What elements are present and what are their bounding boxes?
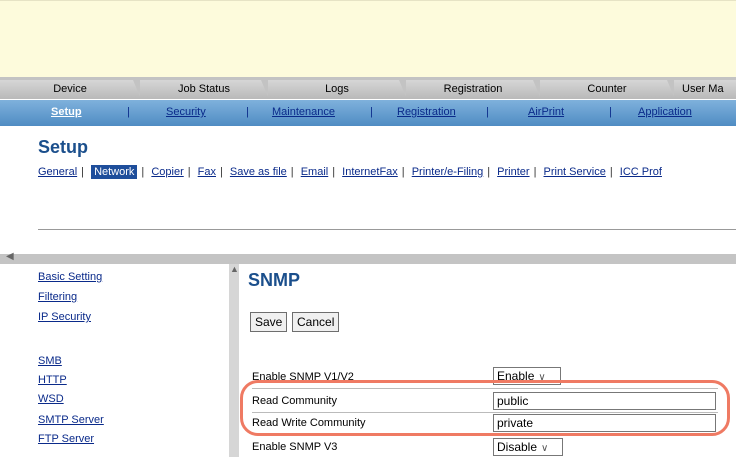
link-email[interactable]: Email [301,166,329,178]
section-title: SNMP [248,270,301,290]
tab-registration[interactable]: Registration [406,80,541,99]
setup-category-links: General | Network | Copier | Fax | Save as f… [38,165,662,179]
separator: | [246,106,249,118]
enable-snmp-v3-value: Disable [497,440,538,454]
separator: | [486,106,489,118]
nav-ip-security[interactable]: IP Security [38,311,91,323]
save-button[interactable]: Save [250,312,288,332]
separator: | [487,166,491,178]
nav-wsd[interactable]: WSD [38,393,64,405]
separator: | [332,166,336,178]
separator: | [127,106,130,118]
subtab-registration[interactable]: Registration [397,100,456,126]
highlight-annotation [240,380,730,436]
subtab-setup[interactable]: Setup [51,100,82,126]
divider [38,229,736,230]
link-fax[interactable]: Fax [198,166,216,178]
enable-snmp-v3-select[interactable]: Disable ∨ [493,438,563,456]
tab-user-management[interactable]: User Ma [674,80,736,99]
nav-smb[interactable]: SMB [38,355,62,367]
scroll-up-icon[interactable]: ▲ [230,264,239,274]
separator: | [81,166,84,178]
link-network[interactable]: Network [91,165,138,179]
separator: | [290,166,294,178]
subtab-maintenance[interactable]: Maintenance [272,100,335,126]
tab-job-status[interactable]: Job Status [140,80,269,99]
nav-filtering[interactable]: Filtering [38,291,77,303]
link-save-as-file[interactable]: Save as file [230,166,287,178]
separator: | [141,166,145,178]
tab-device[interactable]: Device [0,80,141,99]
top-banner [0,0,736,79]
link-printer-efiling[interactable]: Printer/e-Filing [412,166,484,178]
subtab-airprint[interactable]: AirPrint [528,100,564,126]
chevron-down-icon: ∨ [541,443,549,454]
nav-http[interactable]: HTTP [38,374,67,386]
scroll-left-icon[interactable]: ◀ [6,251,14,262]
tab-logs[interactable]: Logs [268,80,407,99]
separator: | [533,166,537,178]
separator: | [220,166,223,178]
subtab-application[interactable]: Application [638,100,692,126]
nav-smtp-server[interactable]: SMTP Server [38,414,104,426]
link-copier[interactable]: Copier [151,166,183,178]
separator: | [187,166,191,178]
link-general[interactable]: General [38,166,77,178]
horizontal-scrollbar[interactable]: ◀ [0,251,736,264]
label-enable-snmp-v3: Enable SNMP V3 [252,441,338,453]
link-internetfax[interactable]: InternetFax [342,166,398,178]
link-printer[interactable]: Printer [497,166,529,178]
subtab-security[interactable]: Security [166,100,206,126]
sub-tab-bar: Setup | Security | Maintenance | Registr… [0,100,736,126]
cancel-button[interactable]: Cancel [292,312,340,332]
tab-counter[interactable]: Counter [540,80,675,99]
separator: | [609,106,612,118]
nav-basic-setting[interactable]: Basic Setting [38,271,102,283]
main-tab-bar: Device Job Status Logs Registration Coun… [0,77,736,99]
page-title: Setup [38,137,89,157]
nav-ftp-server[interactable]: FTP Server [38,433,94,445]
link-print-service[interactable]: Print Service [544,166,606,178]
vertical-scrollbar[interactable]: ▲ [229,264,239,457]
separator: | [370,106,373,118]
separator: | [401,166,405,178]
link-icc-profile[interactable]: ICC Prof [620,166,662,178]
separator: | [609,166,613,178]
